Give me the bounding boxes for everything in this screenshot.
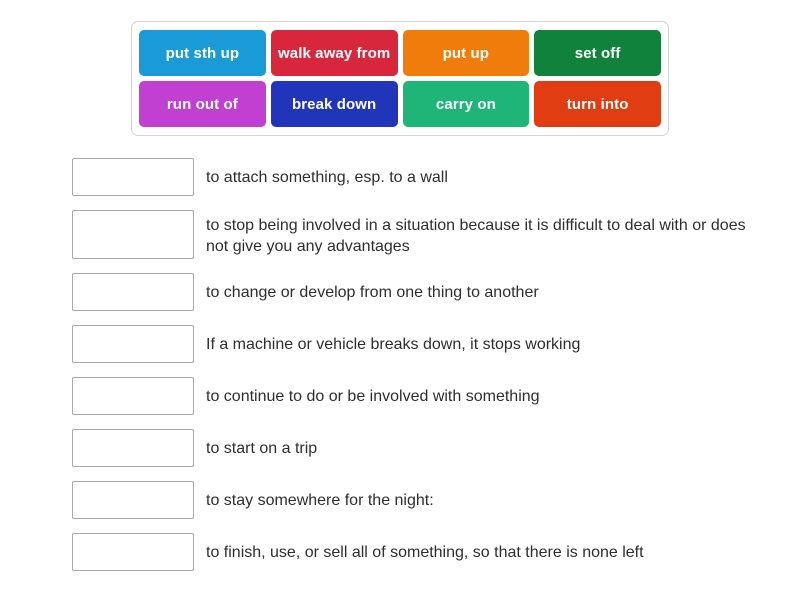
definition-list: to attach something, esp. to a wall to st… [72,158,772,585]
definition-row: to attach something, esp. to a wall [72,158,772,196]
definition-row: to stop being involved in a situation be… [72,210,772,259]
answer-drop-box[interactable] [72,210,194,259]
word-bank-panel: put sth up walk away from put up set off run… [131,21,669,136]
word-tile[interactable]: put up [402,30,530,76]
word-tile[interactable]: carry on [402,81,530,127]
answer-drop-box[interactable] [72,429,194,467]
definition-row: If a machine or vehicle breaks down, it … [72,325,772,363]
answer-drop-box[interactable] [72,325,194,363]
word-bank-row: put sth up walk away from put up set off [139,30,661,76]
answer-drop-box[interactable] [72,158,194,196]
word-tile[interactable]: break down [270,81,398,127]
answer-drop-box[interactable] [72,377,194,415]
definition-text: to change or develop from one thing to a… [206,284,539,301]
definition-text: to continue to do or be involved with so… [206,388,540,405]
word-tile[interactable]: walk away from [270,30,398,76]
definition-row: to continue to do or be involved with so… [72,377,772,415]
definition-text: to stay somewhere for the night: [206,492,434,509]
definition-text: to start on a trip [206,440,318,457]
answer-drop-box[interactable] [72,481,194,519]
answer-drop-box[interactable] [72,273,194,311]
word-tile[interactable]: run out of [139,81,266,127]
definition-row: to change or develop from one thing to a… [72,273,772,311]
definition-row: to stay somewhere for the night: [72,481,772,519]
definition-text: to stop being involved in a situation be… [206,217,746,255]
answer-drop-box[interactable] [72,533,194,571]
word-bank-row: run out of break down carry on turn into [139,81,661,127]
definition-text: to finish, use, or sell all of something… [206,544,644,561]
word-tile[interactable]: put sth up [139,30,266,76]
word-tile[interactable]: set off [534,30,661,76]
definition-row: to finish, use, or sell all of something… [72,533,772,571]
definition-row: to start on a trip [72,429,772,467]
definition-text: to attach something, esp. to a wall [206,169,448,186]
word-tile[interactable]: turn into [534,81,661,127]
definition-text: If a machine or vehicle breaks down, it … [206,336,581,353]
